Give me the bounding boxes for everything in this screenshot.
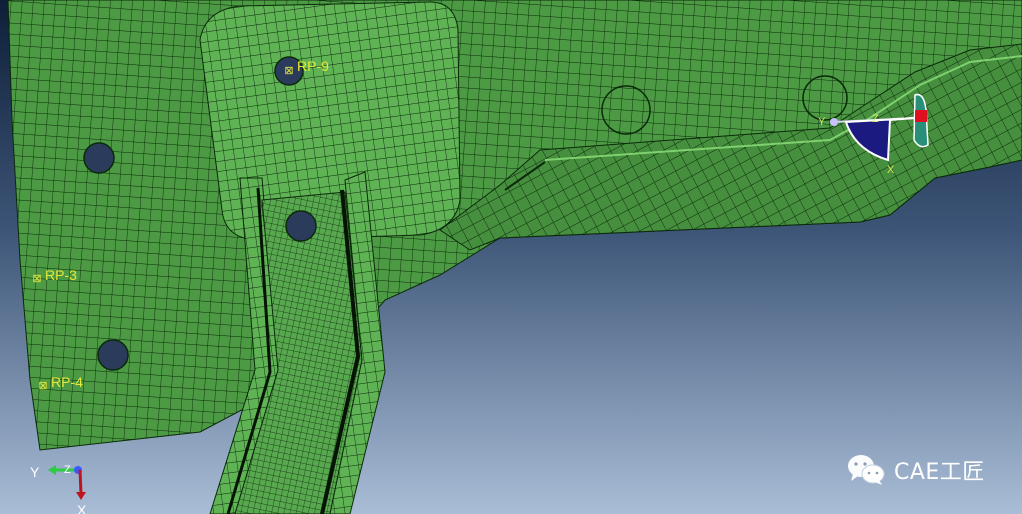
reference-point-marker[interactable]: ⊠: [32, 274, 42, 285]
watermark: CAE工匠: [846, 452, 985, 488]
csys-axis-z-label: Z: [872, 113, 879, 125]
reference-point-label-rp4: RP-4: [51, 374, 83, 390]
triad-axis-x-label: X: [77, 502, 87, 514]
csys-axis-y-label: Y: [818, 116, 826, 128]
triad-axis-y-label: Y: [30, 464, 40, 480]
triad-axis-z-label: Z: [64, 464, 71, 476]
reference-point-label-rp9: RP-9: [297, 58, 329, 74]
mesh-hole: [285, 210, 317, 242]
mesh-canvas[interactable]: [0, 0, 1022, 514]
mesh-hole: [83, 142, 115, 174]
csys-axis-x-label: X: [887, 164, 895, 176]
reference-point-marker[interactable]: ⊠: [284, 66, 294, 77]
mesh-hole: [97, 339, 129, 371]
wechat-icon: [848, 455, 885, 485]
model-viewport[interactable]: ⊠ RP-9 ⊠ RP-3 ⊠ RP-4 Y Z X Y Z X CAE工匠: [0, 0, 1022, 514]
reference-point-marker[interactable]: ⊠: [38, 381, 48, 392]
reference-point-label-rp3: RP-3: [45, 267, 77, 283]
view-triad: Y Z X: [28, 456, 98, 514]
watermark-text: CAE工匠: [894, 460, 985, 485]
